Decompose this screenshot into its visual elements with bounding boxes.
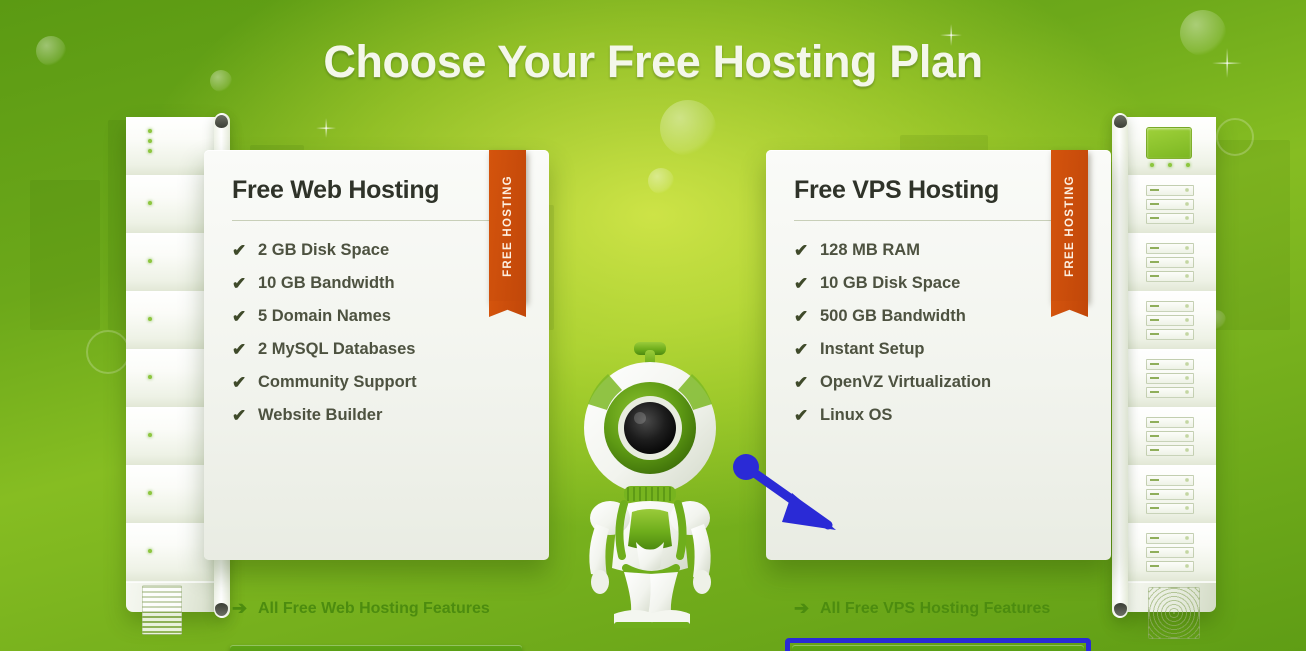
- get-free-vps-hosting-button[interactable]: GET FREE VPS HOSTING: [792, 645, 1084, 651]
- plan-feature-item: ✔ 500 GB Bandwidth: [794, 300, 1093, 333]
- hosting-plans-page: Choose Your Free Hosting Plan Free Web H…: [0, 0, 1306, 651]
- plan-feature-label: Website Builder: [258, 406, 383, 424]
- plan-feature-label: Community Support: [258, 373, 417, 391]
- divider: [232, 220, 501, 221]
- all-features-link-vps[interactable]: ➔ All Free VPS Hosting Features: [794, 598, 1050, 619]
- plan-card-free-web-hosting[interactable]: Free Web Hosting ✔ 2 GB Disk Space ✔ 10 GB…: [204, 150, 549, 651]
- all-features-link-web[interactable]: ➔ All Free Web Hosting Features: [232, 598, 490, 619]
- plan-feature-item: ✔ Community Support: [232, 366, 531, 399]
- check-icon: ✔: [232, 241, 247, 260]
- plan-feature-label: 5 Domain Names: [258, 307, 391, 325]
- rack-pin: [215, 115, 228, 128]
- plan-feature-item: ✔ OpenVZ Virtualization: [794, 366, 1093, 399]
- check-icon: ✔: [232, 373, 247, 392]
- plan-feature-label: Instant Setup: [820, 340, 925, 358]
- rack-pin: [1114, 115, 1127, 128]
- plan-feature-list: ✔ 128 MB RAM ✔ 10 GB Disk Space ✔ 500 GB Ba…: [794, 234, 1093, 432]
- plan-feature-label: OpenVZ Virtualization: [820, 373, 992, 391]
- plan-feature-list: ✔ 2 GB Disk Space ✔ 10 GB Bandwidth ✔ 5 Dom…: [232, 234, 531, 432]
- ribbon-free-hosting-web: FREE HOSTING: [489, 150, 526, 302]
- plan-feature-item: ✔ 10 GB Bandwidth: [232, 267, 531, 300]
- plan-feature-label: Linux OS: [820, 406, 893, 424]
- plan-feature-label: 2 GB Disk Space: [258, 241, 390, 259]
- ribbon-label: FREE HOSTING: [501, 175, 514, 277]
- plan-feature-label: 10 GB Bandwidth: [258, 274, 395, 292]
- check-icon: ✔: [232, 307, 247, 326]
- check-icon: ✔: [794, 307, 809, 326]
- plan-feature-label: 10 GB Disk Space: [820, 274, 961, 292]
- plan-feature-item: ✔ 5 Domain Names: [232, 300, 531, 333]
- page-title: Choose Your Free Hosting Plan: [323, 36, 983, 87]
- plan-title: Free Web Hosting: [232, 176, 440, 204]
- check-icon: ✔: [794, 241, 809, 260]
- plan-feature-item: ✔ Linux OS: [794, 399, 1093, 432]
- check-icon: ✔: [794, 406, 809, 425]
- check-icon: ✔: [794, 340, 809, 359]
- check-icon: ✔: [232, 274, 247, 293]
- plan-card-free-vps-hosting[interactable]: Free VPS Hosting ✔ 128 MB RAM ✔ 10 GB Disk…: [766, 150, 1111, 651]
- check-icon: ✔: [232, 406, 247, 425]
- arrow-right-icon: ➔: [232, 598, 248, 618]
- robot-mascot: [562, 336, 742, 631]
- check-icon: ✔: [794, 274, 809, 293]
- plan-feature-item: ✔ 128 MB RAM: [794, 234, 1093, 267]
- plan-feature-item: ✔ 10 GB Disk Space: [794, 267, 1093, 300]
- plan-title: Free VPS Hosting: [794, 176, 999, 204]
- check-icon: ✔: [794, 373, 809, 392]
- all-features-label: All Free Web Hosting Features: [258, 599, 490, 617]
- ribbon-label: FREE HOSTING: [1063, 175, 1076, 277]
- plan-feature-item: ✔ 2 GB Disk Space: [232, 234, 531, 267]
- plan-feature-item: ✔ 2 MySQL Databases: [232, 333, 531, 366]
- divider: [794, 220, 1063, 221]
- all-features-label: All Free VPS Hosting Features: [820, 599, 1051, 617]
- plan-feature-item: ✔ Website Builder: [232, 399, 531, 432]
- get-free-web-hosting-button[interactable]: GET FREE WEB HOSTING: [230, 645, 522, 651]
- plan-feature-label: 2 MySQL Databases: [258, 340, 416, 358]
- plan-feature-label: 500 GB Bandwidth: [820, 307, 966, 325]
- arrow-right-icon: ➔: [794, 598, 810, 618]
- plan-feature-item: ✔ Instant Setup: [794, 333, 1093, 366]
- rack-display: [1146, 127, 1192, 159]
- annotation-origin-dot: [733, 454, 759, 480]
- plan-feature-label: 128 MB RAM: [820, 241, 920, 259]
- ribbon-free-hosting-vps: FREE HOSTING: [1051, 150, 1088, 302]
- server-rack-right: [1112, 113, 1216, 639]
- check-icon: ✔: [232, 340, 247, 359]
